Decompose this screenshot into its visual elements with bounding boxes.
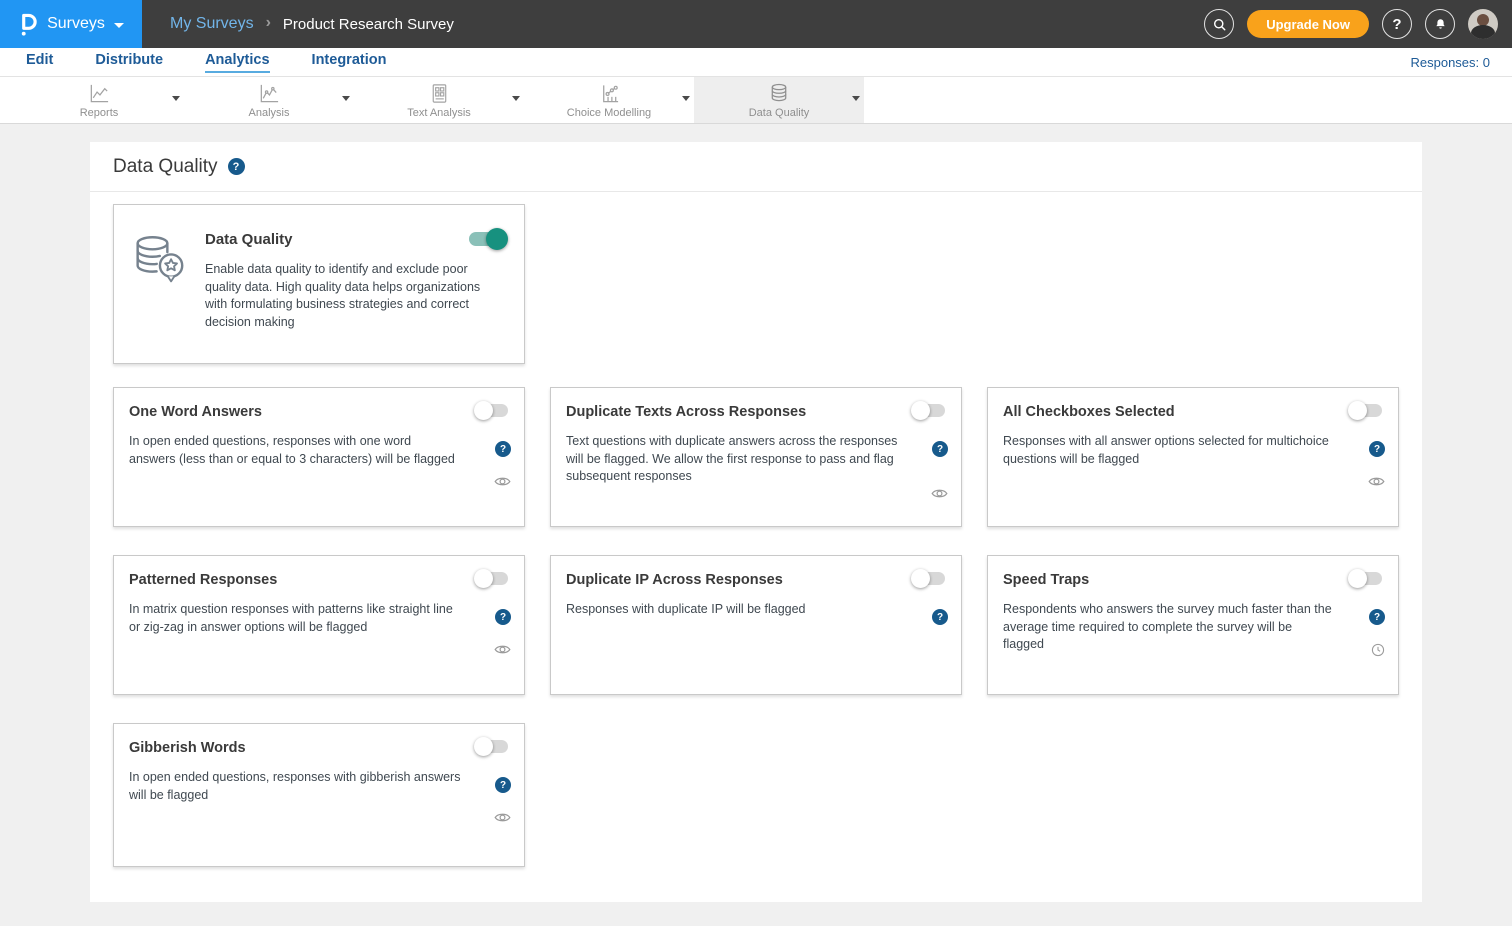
breadcrumb-current-survey: Product Research Survey [283,16,454,33]
user-avatar[interactable] [1468,9,1498,39]
chevron-right-icon: › [266,14,271,32]
tab-distribute[interactable]: Distribute [74,48,184,76]
product-switcher-label: Surveys [47,15,105,33]
tab-edit[interactable]: Edit [0,48,74,76]
card-duplicate-ip: Duplicate IP Across Responses Responses … [550,555,962,695]
help-icon[interactable]: ? [932,609,948,625]
card-description: Respondents who answers the survey much … [1003,601,1383,654]
card-all-checkboxes-selected: All Checkboxes Selected Responses with a… [987,387,1399,527]
card-title: One Word Answers [129,404,509,420]
app-logo[interactable]: Surveys [0,0,142,48]
eye-icon[interactable] [494,643,511,656]
help-icon[interactable]: ? [228,158,245,175]
chevron-down-icon[interactable] [172,96,180,101]
eye-icon[interactable] [494,475,511,488]
chevron-down-icon[interactable] [512,96,520,101]
rule-toggle[interactable] [913,572,945,585]
survey-nav-tabs: Edit Distribute Analytics Integration Re… [0,48,1512,77]
chevron-down-icon [114,23,124,28]
card-speed-traps: Speed Traps Respondents who answers the … [987,555,1399,695]
rule-toggle[interactable] [1350,404,1382,417]
rule-toggle[interactable] [1350,572,1382,585]
card-description: Enable data quality to identify and excl… [205,261,495,331]
help-icon[interactable]: ? [495,777,511,793]
breadcrumb-my-surveys[interactable]: My Surveys [170,15,254,33]
card-title: Data Quality [205,231,495,248]
data-quality-panel: Data Quality ? Data [90,142,1422,902]
card-one-word-answers: One Word Answers In open ended questions… [113,387,525,527]
card-description: Responses with duplicate IP will be flag… [566,601,946,619]
section-header: Data Quality ? [90,142,1422,192]
data-quality-master-card: Data Quality Enable data quality to iden… [113,204,525,364]
help-button[interactable]: ? [1382,9,1412,39]
question-mark-icon: ? [1392,16,1401,33]
rule-toggle[interactable] [476,404,508,417]
tab-integration[interactable]: Integration [291,48,408,76]
page-title: Data Quality [113,156,218,178]
help-icon[interactable]: ? [1369,609,1385,625]
card-description: Text questions with duplicate answers ac… [566,433,946,486]
breadcrumb: My Surveys › Product Research Survey [170,15,454,33]
card-patterned-responses: Patterned Responses In matrix question r… [113,555,525,695]
help-icon[interactable]: ? [495,441,511,457]
search-button[interactable] [1204,9,1234,39]
search-icon [1212,17,1227,32]
toolbar-item-analysis[interactable]: Analysis [184,77,354,123]
chevron-down-icon[interactable] [682,96,690,101]
questionpro-logo-icon [18,11,38,37]
database-award-icon [131,234,187,291]
upgrade-now-button[interactable]: Upgrade Now [1247,10,1369,38]
clock-icon[interactable] [1371,643,1385,657]
toolbar-item-text-analysis[interactable]: Text Analysis [354,77,524,123]
bell-icon [1433,17,1448,32]
card-description: In matrix question responses with patter… [129,601,509,636]
card-description: In open ended questions, responses with … [129,769,509,804]
analytics-toolbar: Reports Analysis Text Analysis Choice Mo… [0,77,1512,124]
top-bar: Surveys My Surveys › Product Research Su… [0,0,1512,48]
scatter-chart-icon [257,82,281,105]
card-title: Patterned Responses [129,572,509,588]
toolbar-item-choice-modelling[interactable]: Choice Modelling [524,77,694,123]
card-duplicate-texts: Duplicate Texts Across Responses Text qu… [550,387,962,527]
card-title: All Checkboxes Selected [1003,404,1383,420]
card-description: In open ended questions, responses with … [129,433,509,468]
panel-body: Data Quality Enable data quality to iden… [90,192,1422,902]
help-icon[interactable]: ? [932,441,948,457]
card-gibberish-words: Gibberish Words In open ended questions,… [113,723,525,867]
notifications-button[interactable] [1425,9,1455,39]
rule-cards-grid: One Word Answers In open ended questions… [113,387,1399,867]
card-title: Speed Traps [1003,572,1383,588]
document-icon [427,82,451,105]
chevron-down-icon[interactable] [342,96,350,101]
tab-analytics[interactable]: Analytics [184,48,290,76]
dot-chart-icon [597,82,621,105]
toolbar-item-reports[interactable]: Reports [14,77,184,123]
help-icon[interactable]: ? [1369,441,1385,457]
eye-icon[interactable] [1368,475,1385,488]
card-title: Gibberish Words [129,740,509,756]
eye-icon[interactable] [494,811,511,824]
help-icon[interactable]: ? [495,609,511,625]
card-description: Responses with all answer options select… [1003,433,1383,468]
line-chart-icon [87,82,111,105]
card-title: Duplicate Texts Across Responses [566,404,946,420]
responses-count: Responses: 0 [1411,55,1512,70]
top-bar-actions: Upgrade Now ? [1204,9,1512,39]
toolbar-item-data-quality[interactable]: Data Quality [694,77,864,123]
chevron-down-icon[interactable] [852,96,860,101]
database-icon [767,82,791,105]
rule-toggle[interactable] [476,572,508,585]
rule-toggle[interactable] [476,740,508,753]
rule-toggle[interactable] [913,404,945,417]
card-title: Duplicate IP Across Responses [566,572,946,588]
eye-icon[interactable] [931,487,948,500]
